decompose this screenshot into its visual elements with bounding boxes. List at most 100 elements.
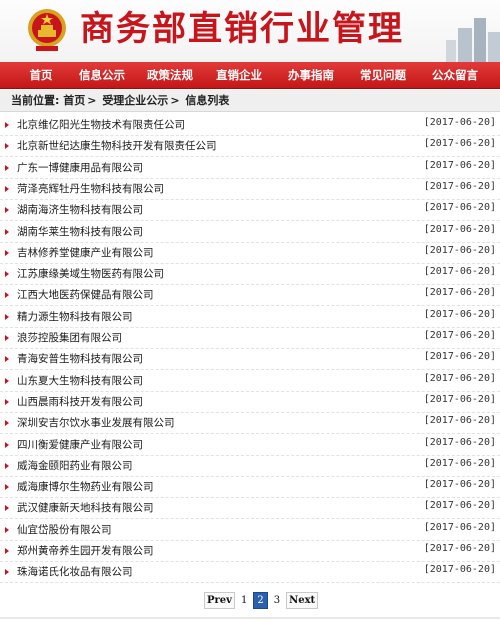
nav-home[interactable]: 首页 [17,62,65,89]
list-item-title[interactable]: 威海金颐阳药业有限公司 [17,458,133,473]
nav-faq[interactable]: 常见问题 [355,62,411,89]
list-item-date: [2017-06-20] [423,393,496,405]
bullet-arrow-icon [5,228,9,235]
bullet-arrow-icon [5,377,9,384]
list-item-date: [2017-06-20] [423,564,496,576]
list-item[interactable]: 四川衡爱健康产业有限公司 [2017-06-20] [0,435,500,456]
list-item[interactable]: 湖南华莱生物科技有限公司 [2017-06-20] [0,222,500,243]
list-item-date: [2017-06-20] [423,415,496,427]
list-item-title[interactable]: 北京维亿阳光生物技术有限责任公司 [17,117,185,132]
bullet-arrow-icon [5,356,9,363]
nav-service-guide[interactable]: 办事指南 [283,62,339,89]
bullet-arrow-icon [5,569,9,576]
breadcrumb-separator: > [170,94,180,107]
building-skyline-icon [446,18,500,62]
page-link-3[interactable]: 3 [271,592,283,609]
list-item-title[interactable]: 山东夏大生物科技有限公司 [17,373,143,388]
footer-divider [0,617,500,619]
list-item-title[interactable]: 北京新世纪达康生物科技开发有限责任公司 [17,138,217,153]
nav-policies[interactable]: 政策法规 [143,62,197,89]
list-item[interactable]: 浪莎控股集团有限公司 [2017-06-20] [0,328,500,349]
list-item[interactable]: 精力源生物科技有限公司 [2017-06-20] [0,307,500,328]
list-item[interactable]: 菏泽亮辉牡丹生物科技有限公司 [2017-06-20] [0,179,500,200]
page-link-2-current[interactable]: 2 [253,592,268,609]
list-item-title[interactable]: 威海康博尔生物药业有限公司 [17,479,154,494]
list-item[interactable]: 武汉健康新天地科技有限公司 [2017-06-20] [0,498,500,520]
list-item-title[interactable]: 仙宜岱股份有限公司 [17,522,112,537]
list-item[interactable]: 威海康博尔生物药业有限公司 [2017-06-20] [0,477,500,499]
bullet-arrow-icon [5,548,9,554]
list-item-title[interactable]: 精力源生物科技有限公司 [17,309,133,324]
list-item-date: [2017-06-20] [423,330,496,341]
list-item-title[interactable]: 青海安普生物科技有限公司 [17,351,143,366]
list-item[interactable]: 北京维亿阳光生物技术有限责任公司 [2017-06-20] [0,115,500,136]
bullet-arrow-icon [5,505,9,512]
bullet-arrow-icon [5,441,9,448]
list-item-date: [2017-06-20] [423,244,496,256]
list-item-date: [2017-06-20] [423,372,496,384]
list-item[interactable]: 广东一博健康用品有限公司 [2017-06-20] [0,158,500,179]
list-item[interactable]: 山东夏大生物科技有限公司 [2017-06-20] [0,371,500,392]
next-page-button[interactable]: Next [286,592,319,609]
breadcrumb-separator: > [87,94,97,107]
list-item[interactable]: 江西大地医药保健品有限公司 [2017-06-20] [0,285,500,307]
bullet-arrow-icon [5,271,9,278]
list-item[interactable]: 珠海诺氏化妆品有限公司 [2017-06-20] [0,562,500,584]
pagination: Prev 1 2 3 Next [204,592,321,610]
list-item-date: [2017-06-20] [423,308,496,320]
list-item-date: [2017-06-20] [423,138,496,150]
main-nav: 首页 信息公示 政策法规 直销企业 办事指南 常见问题 公众留言 [0,62,500,89]
breadcrumb-accepted-companies[interactable]: 受理企业公示 [102,94,168,107]
bullet-arrow-icon [5,335,9,341]
nav-direct-sales-companies[interactable]: 直销企业 [212,62,266,89]
prev-page-button[interactable]: Prev [204,592,235,609]
bullet-arrow-icon [5,526,9,533]
list-item-title[interactable]: 广东一博健康用品有限公司 [17,160,143,175]
list-item[interactable]: 深圳安吉尔饮水事业发展有限公司 [2017-06-20] [0,413,500,435]
list-item-title[interactable]: 浪莎控股集团有限公司 [17,330,122,345]
list-item[interactable]: 北京新世纪达康生物科技开发有限责任公司 [2017-06-20] [0,136,500,158]
list-item-title[interactable]: 武汉健康新天地科技有限公司 [17,500,154,515]
list-item-date: [2017-06-20] [423,543,496,554]
list-item[interactable]: 山西晨雨科技开发有限公司 [2017-06-20] [0,392,500,413]
page-link-1[interactable]: 1 [238,592,250,609]
bullet-arrow-icon [5,249,9,256]
breadcrumb-current: 信息列表 [185,94,230,107]
bullet-arrow-icon [5,420,9,427]
list-item-title[interactable]: 山西晨雨科技开发有限公司 [17,394,143,409]
list-item-date: [2017-06-20] [423,287,496,299]
bullet-arrow-icon [5,164,9,171]
list-item-title[interactable]: 郑州黄帝养生园开发有限公司 [17,543,154,558]
list-item-title[interactable]: 菏泽亮辉牡丹生物科技有限公司 [17,181,164,196]
list-item-date: [2017-06-20] [423,266,496,278]
bullet-arrow-icon [5,122,9,128]
list-item-date: [2017-06-20] [423,521,496,533]
nav-info-publicity[interactable]: 信息公示 [76,62,128,89]
list-item[interactable]: 仙宜岱股份有限公司 [2017-06-20] [0,520,500,541]
list-item[interactable]: 威海金颐阳药业有限公司 [2017-06-20] [0,456,500,477]
list-item[interactable]: 吉林修养堂健康产业有限公司 [2017-06-20] [0,243,500,264]
list-item[interactable]: 郑州黄帝养生园开发有限公司 [2017-06-20] [0,541,500,562]
list-item-date: [2017-06-20] [423,223,496,235]
list-item-title[interactable]: 湖南海济生物科技有限公司 [17,202,143,217]
list-item-title[interactable]: 江西大地医药保健品有限公司 [17,287,154,302]
list-item-title[interactable]: 江苏康缘美域生物医药有限公司 [17,266,164,281]
bullet-arrow-icon [5,462,9,469]
list-item-title[interactable]: 吉林修养堂健康产业有限公司 [17,245,154,260]
list-item-title[interactable]: 湖南华莱生物科技有限公司 [17,224,143,239]
list-item[interactable]: 青海安普生物科技有限公司 [2017-06-20] [0,349,500,371]
list-item-date: [2017-06-20] [423,351,496,363]
list-item-date: [2017-06-20] [423,500,496,512]
breadcrumb-home[interactable]: 首页 [63,94,85,107]
list-item-date: [2017-06-20] [423,202,496,214]
list-item-title[interactable]: 珠海诺氏化妆品有限公司 [17,564,133,579]
list-item-title[interactable]: 四川衡爱健康产业有限公司 [17,437,143,452]
list-item-date: [2017-06-20] [423,479,496,491]
list-item-date: [2017-06-20] [423,117,496,128]
list-item-title[interactable]: 深圳安吉尔饮水事业发展有限公司 [17,415,175,430]
bullet-arrow-icon [5,484,9,491]
nav-public-messages[interactable]: 公众留言 [427,62,483,89]
breadcrumb-prefix: 当前位置: [11,94,60,107]
list-item[interactable]: 湖南海济生物科技有限公司 [2017-06-20] [0,200,500,222]
list-item[interactable]: 江苏康缘美域生物医药有限公司 [2017-06-20] [0,264,500,286]
